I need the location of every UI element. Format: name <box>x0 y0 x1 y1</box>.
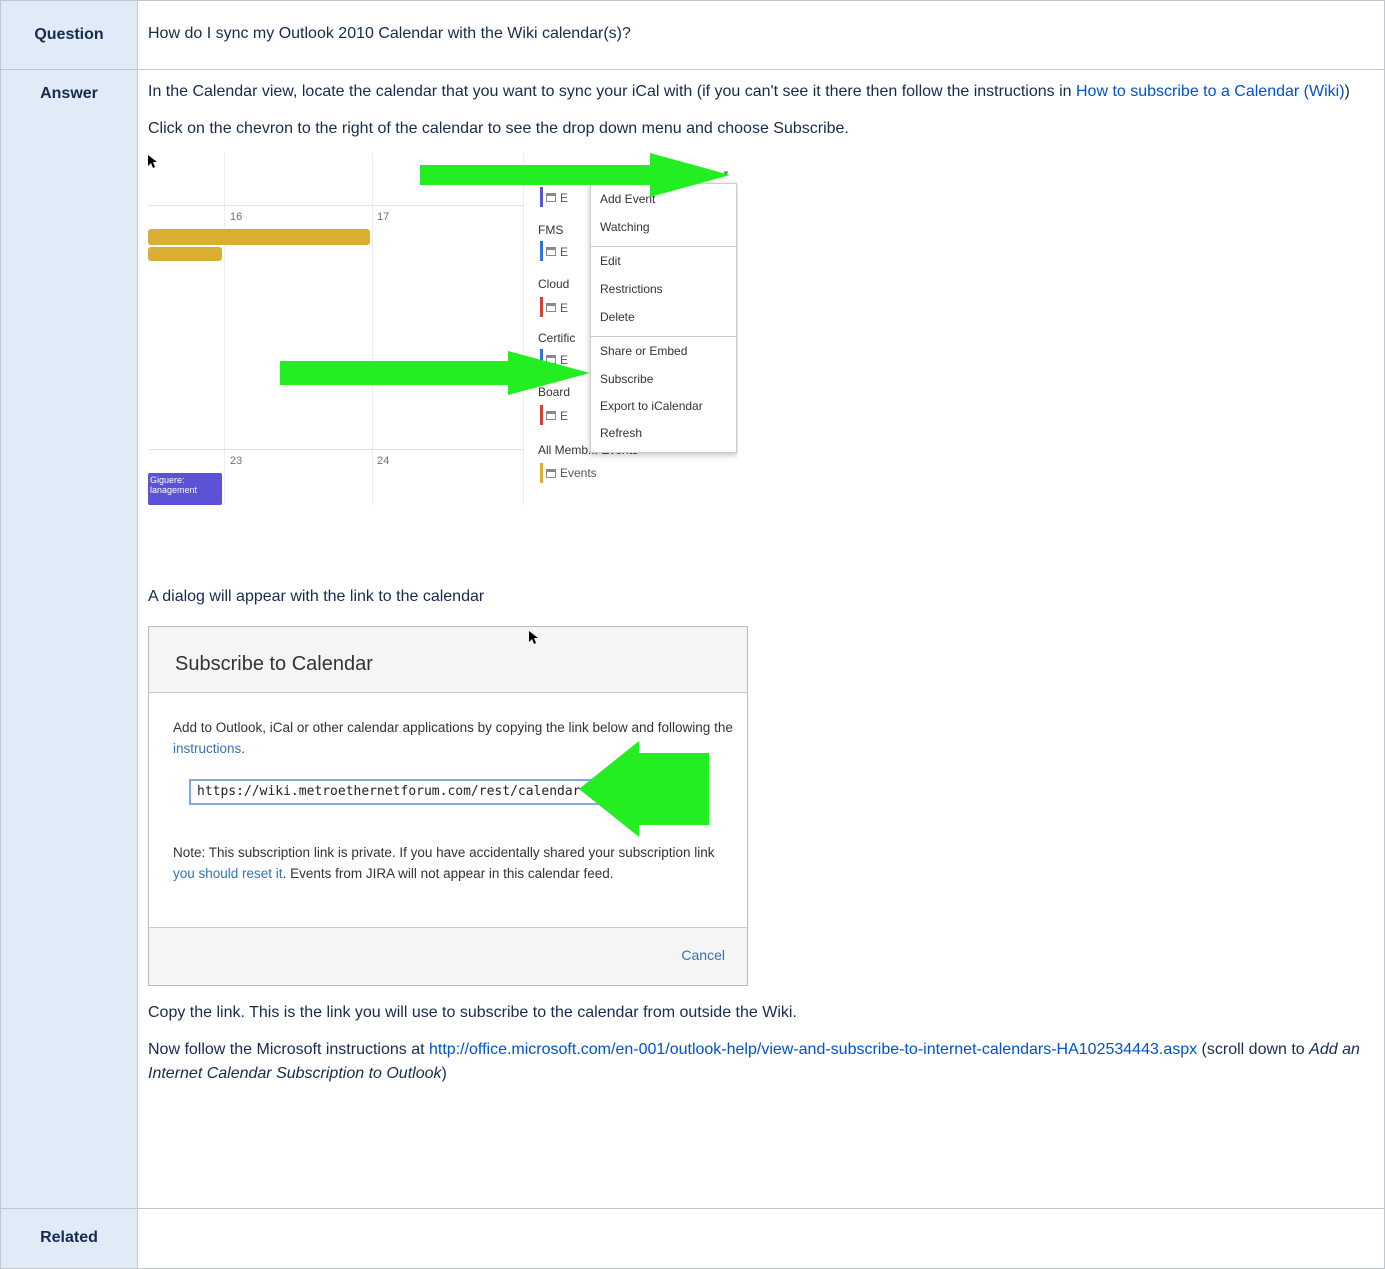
answer-paragraph-1: In the Calendar view, locate the calenda… <box>148 80 1374 104</box>
answer-p5-mid: (scroll down to <box>1197 1041 1310 1058</box>
related-cell <box>137 1208 1385 1269</box>
calendar-icon <box>546 411 556 420</box>
answer-paragraph-5: Now follow the Microsoft instructions at… <box>148 1038 1374 1086</box>
dialog-note-pre: Note: This subscription link is private.… <box>173 845 715 860</box>
question-text: How do I sync my Outlook 2010 Calendar w… <box>148 25 631 42</box>
related-label: Related <box>40 1229 98 1246</box>
calendar-color-bar <box>540 297 543 317</box>
answer-paragraph-3: A dialog will appear with the link to th… <box>148 588 485 605</box>
day-number-23: 23 <box>230 455 243 467</box>
dialog-note-end: . Events from JIRA will not appear in th… <box>282 866 614 881</box>
cursor-icon <box>529 631 538 644</box>
answer-label-cell: Answer <box>0 69 138 1209</box>
menu-item-delete[interactable]: Delete <box>600 310 635 324</box>
event-bar[interactable] <box>148 229 370 245</box>
answer-p5-end: ) <box>441 1065 447 1082</box>
calendar-name: Certific <box>538 331 576 345</box>
answer-p1-end: ) <box>1344 83 1350 100</box>
dialog-footer <box>149 927 747 985</box>
answer-p5-pre: Now follow the Microsoft instructions at <box>148 1041 429 1058</box>
menu-item-edit[interactable]: Edit <box>600 254 621 268</box>
calendar-label: E <box>560 409 569 423</box>
answer-p1-text: In the Calendar view, locate the calenda… <box>148 83 1076 100</box>
answer-paragraph-4: Copy the link. This is the link you will… <box>148 1004 797 1021</box>
question-row: Question How do I sync my Outlook 2010 C… <box>0 0 1385 70</box>
related-label-cell: Related <box>0 1208 138 1269</box>
menu-item-export-icalendar[interactable]: Export to iCalendar <box>600 399 703 413</box>
cancel-button[interactable]: Cancel <box>681 947 725 963</box>
answer-cell: In the Calendar view, locate the calenda… <box>137 69 1385 1209</box>
menu-item-refresh[interactable]: Refresh <box>600 426 642 440</box>
dialog-title: Subscribe to Calendar <box>175 653 373 675</box>
answer-paragraph-2: Click on the chevron to the right of the… <box>148 120 849 137</box>
calendar-screenshot: 16 17 23 24 Giguere: lanagement E FMS E … <box>148 153 738 505</box>
question-cell: How do I sync my Outlook 2010 Calendar w… <box>137 0 1385 70</box>
day-number-16: 16 <box>230 211 243 223</box>
events-label: Events <box>560 466 597 480</box>
calendar-icon <box>546 303 556 312</box>
answer-label: Answer <box>40 85 98 102</box>
calendar-name: Cloud <box>538 277 570 291</box>
calendar-icon <box>546 469 556 478</box>
day-number-24: 24 <box>377 455 390 467</box>
answer-row: Answer In the Calendar view, locate the … <box>0 69 1385 1209</box>
cursor-icon <box>148 155 157 168</box>
grid-line <box>148 449 523 450</box>
microsoft-instructions-link[interactable]: http://office.microsoft.com/en-001/outlo… <box>429 1041 1197 1058</box>
subscribe-guide-link[interactable]: How to subscribe to a Calendar (Wiki) <box>1076 83 1345 100</box>
instructions-link[interactable]: instructions <box>173 741 241 756</box>
menu-item-watching[interactable]: Watching <box>600 220 650 234</box>
calendar-color-bar <box>540 241 543 261</box>
calendar-color-bar <box>540 463 543 483</box>
calendar-name: FMS <box>538 223 564 237</box>
day-number-17: 17 <box>377 211 390 223</box>
dialog-body-end: . <box>241 741 246 756</box>
menu-divider <box>591 336 736 337</box>
calendar-label: E <box>560 301 569 315</box>
menu-item-subscribe[interactable]: Subscribe <box>600 372 653 386</box>
arrow-left-icon <box>579 741 709 837</box>
menu-item-share-embed[interactable]: Share or Embed <box>600 344 687 358</box>
subscribe-dialog-screenshot: Subscribe to Calendar Add to Outlook, iC… <box>148 626 748 986</box>
calendar-label: E <box>560 245 569 259</box>
question-label-cell: Question <box>0 0 138 70</box>
arrow-right-icon <box>280 351 590 395</box>
menu-item-restrictions[interactable]: Restrictions <box>600 282 663 296</box>
dialog-note-text: Note: This subscription link is private.… <box>173 842 733 884</box>
calendar-dropdown-menu: Add Event Watching Edit Restrictions Del… <box>590 183 737 453</box>
calendar-icon <box>546 247 556 256</box>
calendar-event[interactable]: Giguere: lanagement <box>148 473 222 505</box>
event-bar[interactable] <box>148 247 222 261</box>
dialog-body-pre: Add to Outlook, iCal or other calendar a… <box>173 720 733 735</box>
calendar-color-bar <box>540 405 543 425</box>
question-label: Question <box>34 26 104 43</box>
qa-table: Question How do I sync my Outlook 2010 C… <box>0 0 1385 1269</box>
menu-divider <box>591 246 736 247</box>
arrow-right-icon <box>420 153 730 197</box>
related-row: Related <box>0 1208 1385 1269</box>
reset-link[interactable]: you should reset it <box>173 866 283 881</box>
